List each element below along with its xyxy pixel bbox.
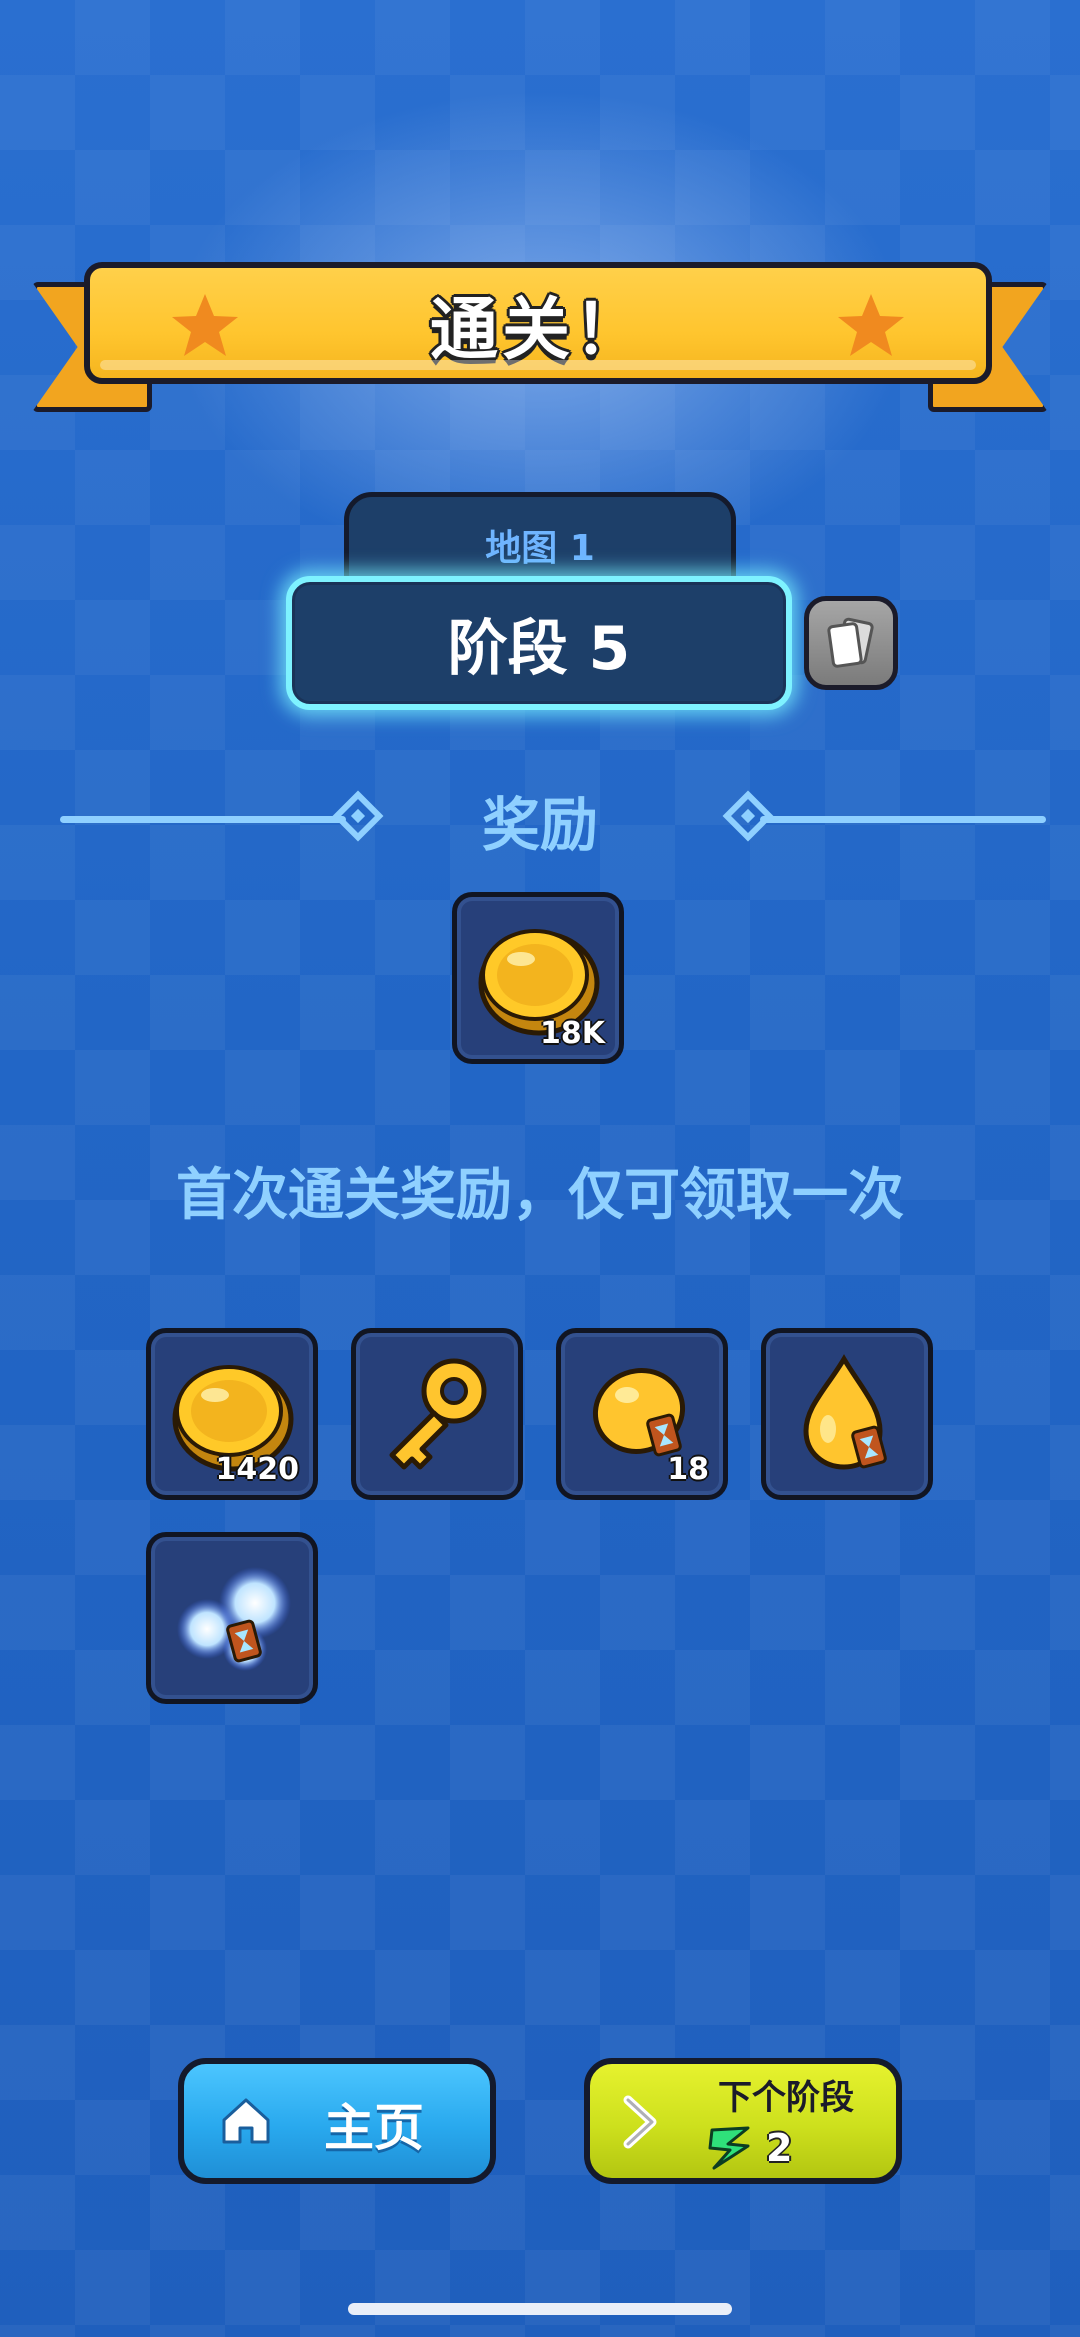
next-stage-button[interactable]: 下个阶段 2 [584,2058,902,2184]
blue-orb-hourglass-icon [177,1567,291,1671]
first-clear-notice: 首次通关奖励，仅可领取一次 [176,1163,904,1228]
item-quantity: 18K [540,1016,605,1051]
chevron-right-icon [623,2095,657,2149]
home-indicator[interactable] [348,2303,732,2315]
reward-item-slot[interactable] [351,1328,523,1500]
stage-label: 阶段 5 [447,613,631,684]
home-button-label: 主页 [324,2099,424,2157]
reward-item-slot[interactable]: 1420 [146,1328,318,1500]
home-icon [222,2098,270,2144]
cards-icon [827,617,874,668]
star-icon [838,294,904,356]
energy-cost: 2 [766,2126,793,2170]
reward-item-slot[interactable] [146,1532,318,1704]
next-stage-label: 下个阶段 [718,2078,854,2118]
item-quantity: 1420 [215,1452,300,1487]
item-quantity: 18 [667,1452,709,1487]
title-banner: 通关！ [84,262,992,384]
golden-key-icon [389,1358,487,1470]
cards-button[interactable] [804,596,898,690]
reward-item-slot[interactable]: 18 [556,1328,728,1500]
stage-display: 阶段 5 [286,576,792,710]
divider-line-right [760,816,1046,823]
banner-shine [100,360,976,370]
page-title: 通关！ [429,290,646,370]
reward-item-slot[interactable] [761,1328,933,1500]
star-icon [172,294,238,356]
gold-drop-hourglass-icon [803,1354,887,1470]
reward-item-slot[interactable]: 18K [452,892,624,1064]
home-button[interactable]: 主页 [178,2058,496,2184]
energy-bolt-icon [708,2126,750,2170]
